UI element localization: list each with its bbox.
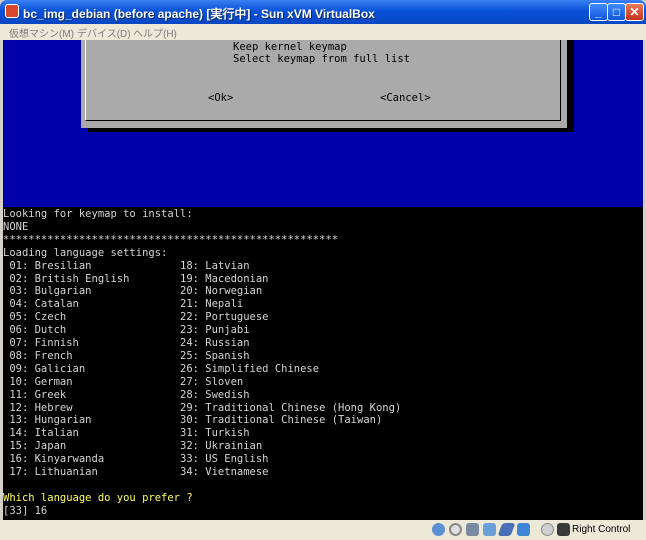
shared-folder-icon[interactable] [517,523,530,536]
minimize-button[interactable]: _ [589,3,608,21]
menu-devices[interactable]: デバイス(D) [77,25,131,40]
window-title: bc_img_debian (before apache) [実行中] - Su… [23,7,375,21]
language-row: 17: Lithuanian 34: Vietnamese [3,466,269,478]
keymap-dialog: Keep kernel keymap Select keymap from fu… [81,40,567,128]
floppy-icon[interactable] [466,523,479,536]
language-row: 12: Hebrew 29: Traditional Chinese (Hong… [3,401,402,414]
terminal-line: Looking for keymap to install: [3,208,193,220]
virtualbox-window: bc_img_debian (before apache) [実行中] - Su… [0,0,646,540]
language-row: 01: Bresilian 18: Latvian [3,259,250,272]
language-row: 04: Catalan 21: Nepali [3,298,244,311]
language-row: 08: French 25: Spanish [3,349,250,362]
network-icon[interactable] [483,523,496,536]
cancel-button[interactable]: <Cancel> [380,92,431,105]
terminal-line: ****************************************… [3,233,339,246]
virtualbox-app-icon [5,4,19,18]
language-row: 14: Italian 31: Turkish [3,427,250,440]
terminal-line: Loading language settings: [3,246,168,259]
cd-icon[interactable] [449,523,462,536]
language-row: 07: Finnish 24: Russian [3,337,250,349]
language-row: 03: Bulgarian 20: Norwegian [3,285,263,298]
language-prompt: Which language do you prefer ? [3,491,193,504]
language-row: 02: British English 19: Macedonian [3,272,269,285]
option-keep-kernel-keymap[interactable]: Keep kernel keymap [233,41,347,54]
mouse-integration-icon[interactable] [541,523,554,536]
status-bar: Right Control [0,520,646,540]
language-row: 15: Japan 32: Ukrainian [3,440,263,453]
language-row: 13: Hungarian 30: Traditional Chinese (T… [3,414,383,427]
ok-button[interactable]: <Ok> [208,92,233,105]
menu-help[interactable]: ヘルプ(H) [133,25,177,40]
vm-screen[interactable]: Keep kernel keymap Select keymap from fu… [3,40,643,520]
usb-icon[interactable] [497,523,516,536]
language-row: 09: Galician 26: Simplified Chinese [3,362,320,375]
menu-bar: 仮想マシン(M) デバイス(D) ヘルプ(H) [0,24,646,40]
language-row: 16: Kinyarwanda 33: US English [3,453,269,466]
language-row: 05: Czech 22: Portuguese [3,311,269,324]
option-select-full-keymap[interactable]: Select keymap from full list [233,53,410,66]
host-key-label: Right Control [572,524,631,535]
close-button[interactable]: ✕ [625,3,644,21]
menu-machine[interactable]: 仮想マシン(M) [9,25,74,40]
title-bar[interactable]: bc_img_debian (before apache) [実行中] - Su… [0,0,646,24]
terminal-input[interactable]: [33] 16 [3,505,47,518]
host-key-arrow-icon [557,523,570,536]
hard-disk-icon[interactable] [432,523,445,536]
terminal-line: NONE [3,220,29,233]
maximize-button[interactable]: □ [607,3,626,21]
language-row: 10: German 27: Sloven [3,375,244,388]
language-row: 11: Greek 28: Swedish [3,388,250,401]
language-row: 06: Dutch 23: Punjabi [3,324,250,337]
